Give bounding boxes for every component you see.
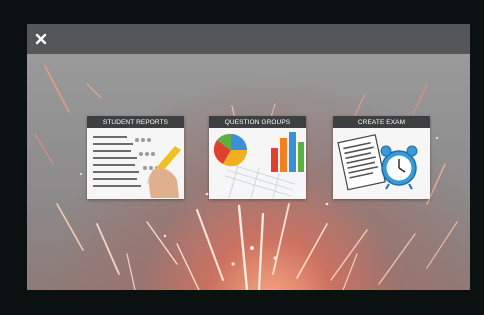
question-groups-tile[interactable]: QUESTION GROUPS xyxy=(209,116,306,199)
close-icon xyxy=(35,33,47,45)
bottom-bezel xyxy=(0,290,484,315)
student-reports-tile[interactable]: STUDENT REPORTS xyxy=(87,116,184,199)
close-button[interactable] xyxy=(31,29,51,49)
exam-alarm-clock-icon xyxy=(333,128,430,199)
tile-label: CREATE EXAM xyxy=(333,116,430,128)
app-window: STUDENT REPORTS QUESTION GROUPS CREATE E… xyxy=(27,24,470,290)
title-bar xyxy=(27,24,470,54)
answer-sheet-pencil-icon xyxy=(87,128,184,199)
charts-icon xyxy=(209,128,306,199)
display-bezel: STUDENT REPORTS QUESTION GROUPS CREATE E… xyxy=(0,0,484,315)
create-exam-tile[interactable]: CREATE EXAM xyxy=(333,116,430,199)
tile-label: QUESTION GROUPS xyxy=(209,116,306,128)
sparks-background: STUDENT REPORTS QUESTION GROUPS CREATE E… xyxy=(27,54,470,290)
tile-label: STUDENT REPORTS xyxy=(87,116,184,128)
